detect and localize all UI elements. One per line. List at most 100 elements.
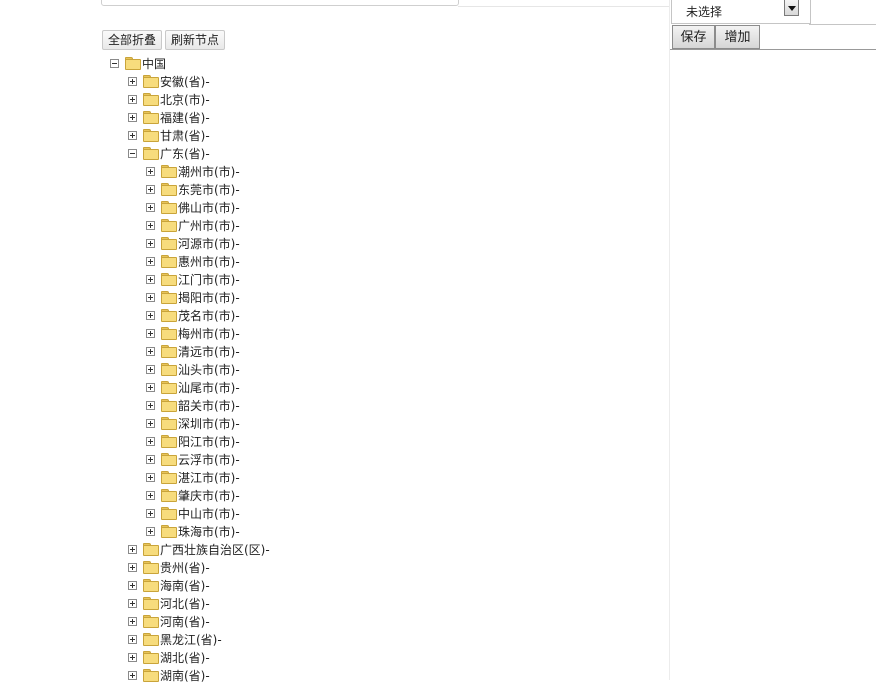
tree-node-label[interactable]: 云浮市(市)-: [178, 451, 240, 469]
tree-node-label[interactable]: 贵州(省)-: [160, 559, 210, 577]
tree-node-label[interactable]: 江门市(市)-: [178, 271, 240, 289]
tree-node-label[interactable]: 河南(省)-: [160, 613, 210, 631]
expand-toggle-icon[interactable]: [128, 77, 137, 86]
folder-icon: [161, 363, 177, 376]
folder-icon: [143, 147, 159, 160]
tree-node-label[interactable]: 茂名市(市)-: [178, 307, 240, 325]
expand-toggle-icon[interactable]: [128, 617, 137, 626]
folder-icon: [161, 219, 177, 232]
expand-toggle-icon[interactable]: [146, 239, 155, 248]
expand-toggle-icon[interactable]: [128, 671, 137, 680]
folder-icon: [161, 489, 177, 502]
tree-node-label[interactable]: 广西壮族自治区(区)-: [160, 541, 270, 559]
expand-toggle-icon[interactable]: [128, 581, 137, 590]
save-button[interactable]: 保存: [672, 25, 715, 49]
tree-node-label[interactable]: 北京(市)-: [160, 91, 210, 109]
tree-node-label[interactable]: 福建(省)-: [160, 109, 210, 127]
expand-toggle-icon[interactable]: [128, 653, 137, 662]
tree-node-label[interactable]: 清远市(市)-: [178, 343, 240, 361]
folder-icon: [143, 633, 159, 646]
tree-node-label[interactable]: 广东(省)-: [160, 145, 210, 163]
dropdown-arrow-icon[interactable]: [784, 0, 799, 16]
expand-toggle-icon[interactable]: [128, 113, 137, 122]
folder-icon: [161, 381, 177, 394]
expand-toggle-icon[interactable]: [146, 311, 155, 320]
expand-toggle-icon[interactable]: [128, 563, 137, 572]
tree-node-label[interactable]: 湖南(省)-: [160, 667, 210, 685]
expand-toggle-icon[interactable]: [146, 275, 155, 284]
folder-icon: [161, 399, 177, 412]
tree-node-label[interactable]: 阳江市(市)-: [178, 433, 240, 451]
refresh-node-button[interactable]: 刷新节点: [165, 30, 226, 50]
tree-node-label[interactable]: 汕头市(市)-: [178, 361, 240, 379]
folder-icon: [161, 183, 177, 196]
folder-icon: [143, 579, 159, 592]
folder-icon: [161, 291, 177, 304]
expand-toggle-icon[interactable]: [146, 293, 155, 302]
collapse-toggle-icon[interactable]: [128, 149, 137, 158]
expand-toggle-icon[interactable]: [146, 419, 155, 428]
expand-toggle-icon[interactable]: [128, 95, 137, 104]
expand-toggle-icon[interactable]: [146, 203, 155, 212]
expand-toggle-icon[interactable]: [146, 167, 155, 176]
tree-node-label[interactable]: 韶关市(市)-: [178, 397, 240, 415]
folder-icon: [143, 543, 159, 556]
tree-node-label[interactable]: 东莞市(市)-: [178, 181, 240, 199]
expand-toggle-icon[interactable]: [146, 383, 155, 392]
folder-icon: [143, 597, 159, 610]
expand-toggle-icon[interactable]: [146, 365, 155, 374]
parent-select[interactable]: 未选择: [671, 0, 811, 24]
expand-toggle-icon[interactable]: [146, 455, 155, 464]
panel-divider: [669, 0, 670, 680]
tree-node-label[interactable]: 揭阳市(市)-: [178, 289, 240, 307]
search-input[interactable]: [101, 0, 459, 6]
tree-node-label[interactable]: 梅州市(市)-: [178, 325, 240, 343]
folder-icon: [161, 525, 177, 538]
expand-toggle-icon[interactable]: [128, 131, 137, 140]
tree-node-label[interactable]: 中山市(市)-: [178, 505, 240, 523]
expand-toggle-icon[interactable]: [146, 527, 155, 536]
expand-toggle-icon[interactable]: [146, 491, 155, 500]
tree-node-label[interactable]: 黑龙江(省)-: [160, 631, 222, 649]
expand-toggle-icon[interactable]: [146, 437, 155, 446]
tree-node-label[interactable]: 惠州市(市)-: [178, 253, 240, 271]
folder-icon: [143, 75, 159, 88]
expand-toggle-icon[interactable]: [146, 473, 155, 482]
tree-node-label[interactable]: 佛山市(市)-: [178, 199, 240, 217]
folder-icon: [161, 345, 177, 358]
add-button[interactable]: 增加: [715, 25, 760, 49]
tree-node-label[interactable]: 中国: [142, 55, 166, 73]
tree-node-label[interactable]: 甘肃(省)-: [160, 127, 210, 145]
folder-icon: [161, 255, 177, 268]
expand-toggle-icon[interactable]: [128, 545, 137, 554]
tree-node-label[interactable]: 深圳市(市)-: [178, 415, 240, 433]
expand-toggle-icon[interactable]: [128, 635, 137, 644]
expand-toggle-icon[interactable]: [146, 509, 155, 518]
tree-node-label[interactable]: 海南(省)-: [160, 577, 210, 595]
tree-node-label[interactable]: 广州市(市)-: [178, 217, 240, 235]
tree-node-label[interactable]: 河北(省)-: [160, 595, 210, 613]
expand-toggle-icon[interactable]: [146, 221, 155, 230]
collapse-all-button[interactable]: 全部折叠: [102, 30, 163, 50]
expand-toggle-icon[interactable]: [146, 329, 155, 338]
tree-node-label[interactable]: 安徽(省)-: [160, 73, 210, 91]
expand-toggle-icon[interactable]: [146, 401, 155, 410]
folder-icon: [161, 309, 177, 322]
tree-node-label[interactable]: 潮州市(市)-: [178, 163, 240, 181]
folder-icon: [143, 111, 159, 124]
folder-icon: [161, 507, 177, 520]
expand-toggle-icon[interactable]: [146, 257, 155, 266]
collapse-toggle-icon[interactable]: [110, 59, 119, 68]
tree-node-label[interactable]: 河源市(市)-: [178, 235, 240, 253]
tree-node-label[interactable]: 汕尾市(市)-: [178, 379, 240, 397]
tree-node-label[interactable]: 湖北(省)-: [160, 649, 210, 667]
tree-node-label[interactable]: 湛江市(市)-: [178, 469, 240, 487]
folder-icon: [143, 669, 159, 682]
folder-icon: [161, 237, 177, 250]
expand-toggle-icon[interactable]: [128, 599, 137, 608]
folder-icon: [143, 129, 159, 142]
tree-node-label[interactable]: 珠海市(市)-: [178, 523, 240, 541]
tree-node-label[interactable]: 肇庆市(市)-: [178, 487, 240, 505]
expand-toggle-icon[interactable]: [146, 347, 155, 356]
expand-toggle-icon[interactable]: [146, 185, 155, 194]
